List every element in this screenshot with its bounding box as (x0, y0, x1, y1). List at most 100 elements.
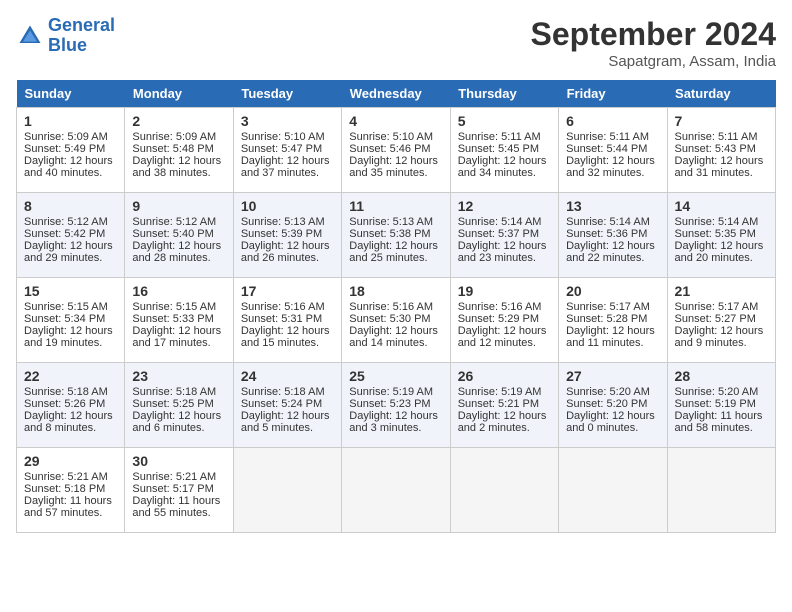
daylight-label: Daylight: 12 hours and 35 minutes. (349, 155, 438, 179)
calendar-cell: 22 Sunrise: 5:18 AM Sunset: 5:26 PM Dayl… (17, 363, 125, 448)
calendar-cell: 7 Sunrise: 5:11 AM Sunset: 5:43 PM Dayli… (667, 108, 775, 193)
sunset-label: Sunset: 5:18 PM (24, 483, 105, 495)
daylight-label: Daylight: 12 hours and 28 minutes. (132, 240, 221, 264)
location: Sapatgram, Assam, India (531, 53, 776, 70)
sunrise-label: Sunrise: 5:10 AM (241, 131, 325, 143)
day-number: 16 (132, 283, 225, 299)
calendar-cell: 1 Sunrise: 5:09 AM Sunset: 5:49 PM Dayli… (17, 108, 125, 193)
daylight-label: Daylight: 12 hours and 15 minutes. (241, 325, 330, 349)
sunrise-label: Sunrise: 5:16 AM (349, 301, 433, 313)
calendar-cell (233, 448, 341, 533)
sunset-label: Sunset: 5:19 PM (675, 398, 756, 410)
sunrise-label: Sunrise: 5:09 AM (24, 131, 108, 143)
calendar-cell: 17 Sunrise: 5:16 AM Sunset: 5:31 PM Dayl… (233, 278, 341, 363)
week-row-4: 22 Sunrise: 5:18 AM Sunset: 5:26 PM Dayl… (17, 363, 776, 448)
sunrise-label: Sunrise: 5:20 AM (675, 386, 759, 398)
sunrise-label: Sunrise: 5:16 AM (458, 301, 542, 313)
sunrise-label: Sunrise: 5:21 AM (132, 471, 216, 483)
day-header-sunday: Sunday (17, 80, 125, 108)
daylight-label: Daylight: 12 hours and 40 minutes. (24, 155, 113, 179)
sunset-label: Sunset: 5:48 PM (132, 143, 213, 155)
daylight-label: Daylight: 12 hours and 14 minutes. (349, 325, 438, 349)
day-number: 1 (24, 113, 117, 129)
sunset-label: Sunset: 5:27 PM (675, 313, 756, 325)
day-header-friday: Friday (559, 80, 667, 108)
month-title: September 2024 (531, 16, 776, 53)
daylight-label: Daylight: 11 hours and 57 minutes. (24, 495, 112, 519)
sunrise-label: Sunrise: 5:17 AM (566, 301, 650, 313)
day-header-wednesday: Wednesday (342, 80, 450, 108)
calendar-cell: 14 Sunrise: 5:14 AM Sunset: 5:35 PM Dayl… (667, 193, 775, 278)
title-area: September 2024 Sapatgram, Assam, India (531, 16, 776, 70)
day-header-tuesday: Tuesday (233, 80, 341, 108)
day-number: 29 (24, 453, 117, 469)
daylight-label: Daylight: 12 hours and 23 minutes. (458, 240, 547, 264)
page-header: General Blue September 2024 Sapatgram, A… (16, 16, 776, 70)
sunrise-label: Sunrise: 5:14 AM (458, 216, 542, 228)
logo-line1: General (48, 15, 115, 35)
sunset-label: Sunset: 5:37 PM (458, 228, 539, 240)
sunset-label: Sunset: 5:31 PM (241, 313, 322, 325)
calendar-cell: 10 Sunrise: 5:13 AM Sunset: 5:39 PM Dayl… (233, 193, 341, 278)
day-number: 22 (24, 368, 117, 384)
sunset-label: Sunset: 5:21 PM (458, 398, 539, 410)
sunrise-label: Sunrise: 5:12 AM (132, 216, 216, 228)
day-number: 30 (132, 453, 225, 469)
sunset-label: Sunset: 5:43 PM (675, 143, 756, 155)
day-number: 13 (566, 198, 659, 214)
day-number: 27 (566, 368, 659, 384)
calendar-cell: 21 Sunrise: 5:17 AM Sunset: 5:27 PM Dayl… (667, 278, 775, 363)
calendar-cell (450, 448, 558, 533)
sunset-label: Sunset: 5:30 PM (349, 313, 430, 325)
sunrise-label: Sunrise: 5:11 AM (566, 131, 649, 143)
sunrise-label: Sunrise: 5:16 AM (241, 301, 325, 313)
calendar-cell: 5 Sunrise: 5:11 AM Sunset: 5:45 PM Dayli… (450, 108, 558, 193)
daylight-label: Daylight: 12 hours and 32 minutes. (566, 155, 655, 179)
calendar-cell: 2 Sunrise: 5:09 AM Sunset: 5:48 PM Dayli… (125, 108, 233, 193)
sunset-label: Sunset: 5:17 PM (132, 483, 213, 495)
daylight-label: Daylight: 11 hours and 55 minutes. (132, 495, 220, 519)
calendar-cell: 18 Sunrise: 5:16 AM Sunset: 5:30 PM Dayl… (342, 278, 450, 363)
sunrise-label: Sunrise: 5:15 AM (132, 301, 216, 313)
day-number: 25 (349, 368, 442, 384)
sunset-label: Sunset: 5:42 PM (24, 228, 105, 240)
day-number: 17 (241, 283, 334, 299)
day-number: 18 (349, 283, 442, 299)
calendar-cell: 25 Sunrise: 5:19 AM Sunset: 5:23 PM Dayl… (342, 363, 450, 448)
day-number: 10 (241, 198, 334, 214)
week-row-3: 15 Sunrise: 5:15 AM Sunset: 5:34 PM Dayl… (17, 278, 776, 363)
sunrise-label: Sunrise: 5:11 AM (675, 131, 758, 143)
sunrise-label: Sunrise: 5:19 AM (349, 386, 433, 398)
calendar-cell: 30 Sunrise: 5:21 AM Sunset: 5:17 PM Dayl… (125, 448, 233, 533)
calendar-cell: 11 Sunrise: 5:13 AM Sunset: 5:38 PM Dayl… (342, 193, 450, 278)
daylight-label: Daylight: 12 hours and 11 minutes. (566, 325, 655, 349)
daylight-label: Daylight: 12 hours and 12 minutes. (458, 325, 547, 349)
daylight-label: Daylight: 12 hours and 0 minutes. (566, 410, 655, 434)
sunset-label: Sunset: 5:35 PM (675, 228, 756, 240)
day-number: 4 (349, 113, 442, 129)
day-number: 14 (675, 198, 768, 214)
calendar-cell: 6 Sunrise: 5:11 AM Sunset: 5:44 PM Dayli… (559, 108, 667, 193)
calendar-cell: 13 Sunrise: 5:14 AM Sunset: 5:36 PM Dayl… (559, 193, 667, 278)
calendar-cell: 8 Sunrise: 5:12 AM Sunset: 5:42 PM Dayli… (17, 193, 125, 278)
daylight-label: Daylight: 11 hours and 58 minutes. (675, 410, 763, 434)
daylight-label: Daylight: 12 hours and 9 minutes. (675, 325, 764, 349)
sunrise-label: Sunrise: 5:09 AM (132, 131, 216, 143)
sunrise-label: Sunrise: 5:18 AM (132, 386, 216, 398)
sunrise-label: Sunrise: 5:14 AM (675, 216, 759, 228)
daylight-label: Daylight: 12 hours and 3 minutes. (349, 410, 438, 434)
logo: General Blue (16, 16, 115, 56)
days-header-row: SundayMondayTuesdayWednesdayThursdayFrid… (17, 80, 776, 108)
day-header-saturday: Saturday (667, 80, 775, 108)
day-number: 11 (349, 198, 442, 214)
sunset-label: Sunset: 5:47 PM (241, 143, 322, 155)
sunset-label: Sunset: 5:33 PM (132, 313, 213, 325)
sunset-label: Sunset: 5:34 PM (24, 313, 105, 325)
daylight-label: Daylight: 12 hours and 26 minutes. (241, 240, 330, 264)
day-number: 28 (675, 368, 768, 384)
sunrise-label: Sunrise: 5:18 AM (241, 386, 325, 398)
calendar-cell: 27 Sunrise: 5:20 AM Sunset: 5:20 PM Dayl… (559, 363, 667, 448)
logo-line2: Blue (48, 35, 87, 55)
sunrise-label: Sunrise: 5:14 AM (566, 216, 650, 228)
daylight-label: Daylight: 12 hours and 29 minutes. (24, 240, 113, 264)
